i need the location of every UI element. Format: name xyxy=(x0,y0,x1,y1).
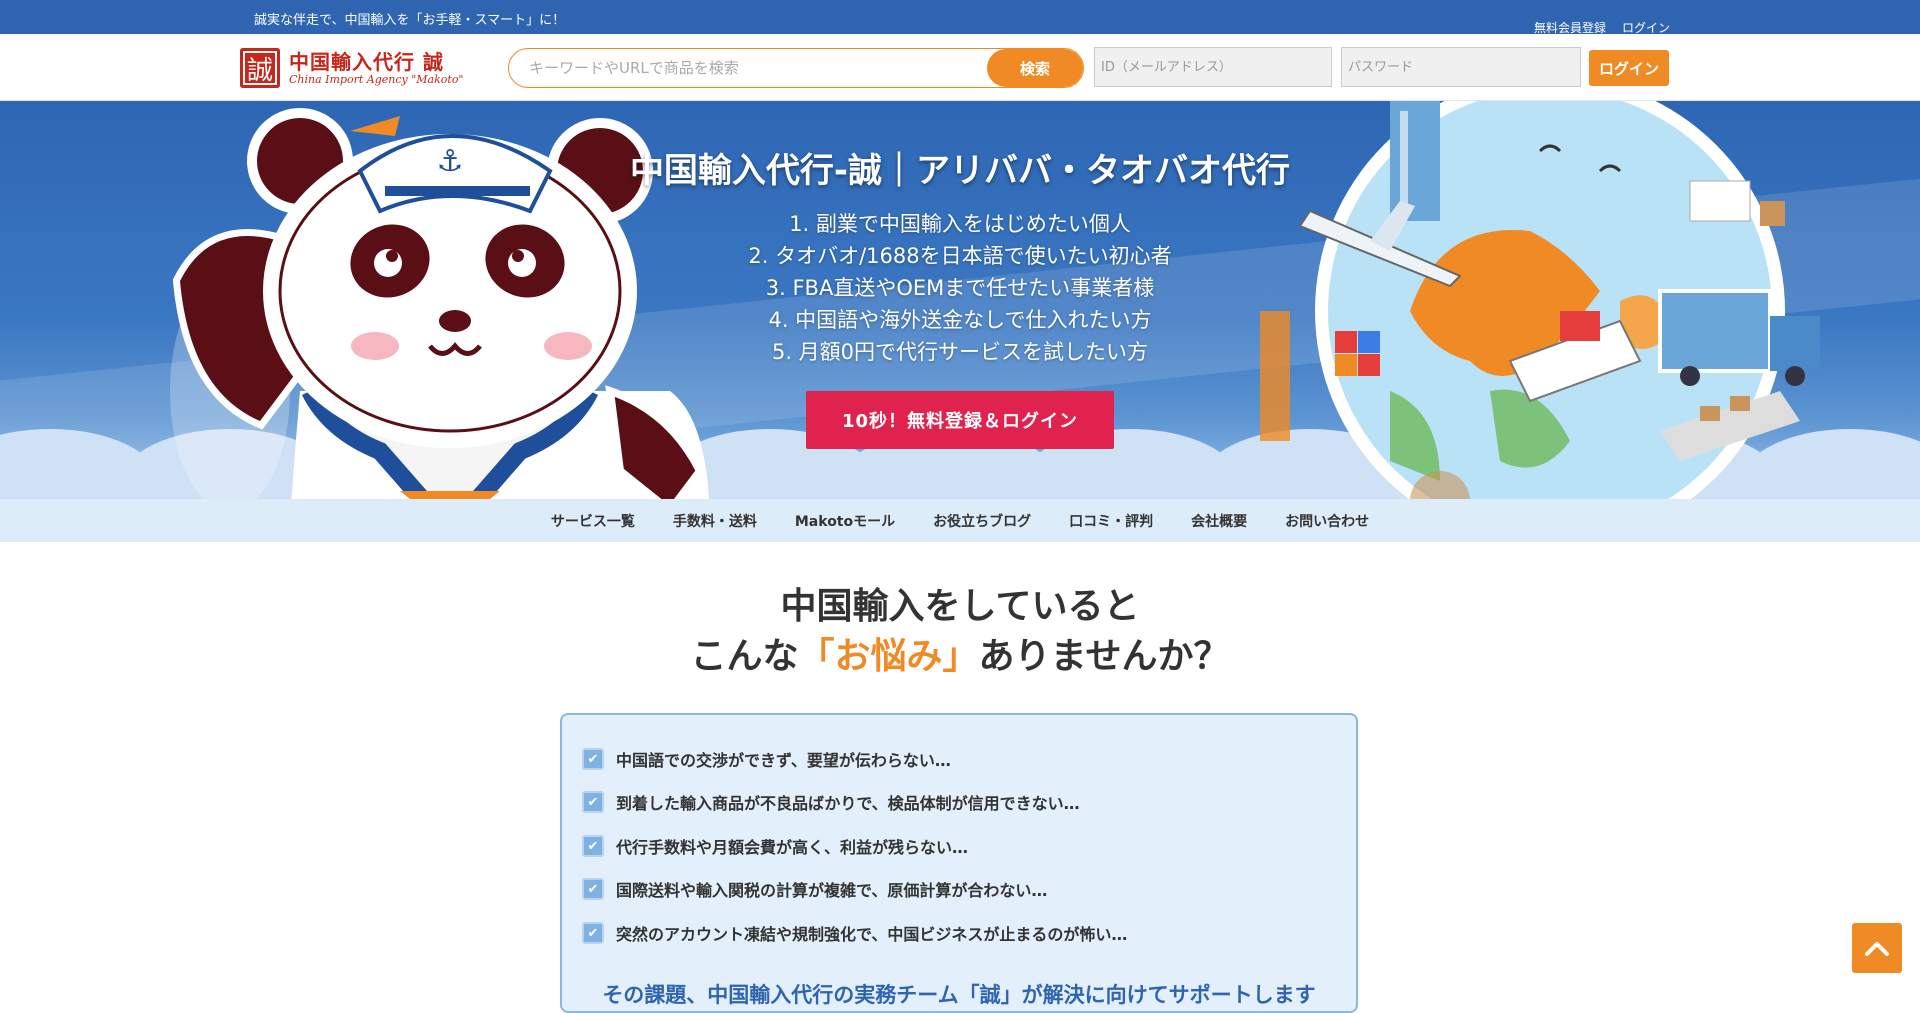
list-item: ✔ 到着した輸入商品が不良品ばかりで、検品体制が信用できない… xyxy=(582,790,1080,814)
problem-text: 突然のアカウント凍結や規制強化で、中国ビジネスが止まるのが怖い… xyxy=(616,925,1128,944)
nav-item-makoto-mall[interactable]: Makotoモール xyxy=(795,511,895,531)
search-input[interactable] xyxy=(509,49,987,87)
id-field[interactable] xyxy=(1094,47,1332,87)
check-icon: ✔ xyxy=(582,878,604,900)
free-register-cta-button[interactable]: 10秒！無料登録＆ログイン xyxy=(806,391,1114,449)
concern-text: こんな xyxy=(690,636,799,677)
list-item: ✔ 突然のアカウント凍結や規制強化で、中国ビジネスが止まるのが怖い… xyxy=(582,921,1127,945)
list-item: ✔ 中国語での交渉ができず、要望が伝わらない… xyxy=(582,747,951,771)
main-nav: サービス一覧 手数料・送料 Makotoモール お役立ちブログ 口コミ・評判 会… xyxy=(0,499,1920,542)
hero-banner: ⚓ 中国輸入代行-誠｜アリババ・タオバオ代行 1. 副業で中国輸入をはじめたい個… xyxy=(0,101,1920,499)
concern-highlight: 「お悩み」 xyxy=(798,636,979,677)
back-to-top-button[interactable] xyxy=(1852,923,1902,973)
nav-item-services[interactable]: サービス一覧 xyxy=(551,511,635,531)
hero-title: 中国輸入代行-誠｜アリババ・タオバオ代行 xyxy=(629,151,1291,191)
logo[interactable]: 誠 中国輸入代行 誠 China Import Agency "Makoto" xyxy=(240,48,464,88)
top-bar: 誠実な伴走で、中国輸入を「お手軽・スマート」に！ 無料会員登録 ログイン xyxy=(0,0,1920,35)
concern-heading: 中国輸入をしていると こんな「お悩み」ありませんか？ xyxy=(0,582,1920,682)
hero-target-list: 1. 副業で中国輸入をはじめたい個人 2. タオバオ/1688を日本語で使いたい… xyxy=(0,208,1920,368)
header: 誠 中国輸入代行 誠 China Import Agency "Makoto" … xyxy=(0,34,1920,101)
problems-footer: その課題、中国輸入代行の実務チーム「誠」が解決に向けてサポートします xyxy=(602,983,1316,1007)
concern-line-2: こんな「お悩み」ありませんか？ xyxy=(0,632,1920,682)
hero-list-item: 5. 月額0円で代行サービスを試したい方 xyxy=(771,340,1149,364)
check-icon: ✔ xyxy=(582,835,604,857)
problems-box: ✔ 中国語での交渉ができず、要望が伝わらない… ✔ 到着した輸入商品が不良品ばか… xyxy=(560,713,1358,1013)
hero-list-item: 4. 中国語や海外送金なしで仕入れたい方 xyxy=(768,308,1152,332)
check-icon: ✔ xyxy=(582,748,604,770)
problem-text: 国際送料や輸入関税の計算が複雑で、原価計算が合わない… xyxy=(616,881,1048,900)
hero-list-item: 2. タオバオ/1688を日本語で使いたい初心者 xyxy=(748,244,1172,268)
concern-text: ありませんか？ xyxy=(978,636,1230,677)
password-field[interactable] xyxy=(1341,47,1581,87)
check-icon: ✔ xyxy=(582,791,604,813)
logo-name: 中国輸入代行 誠 xyxy=(289,49,444,74)
problem-text: 到着した輸入商品が不良品ばかりで、検品体制が信用できない… xyxy=(616,794,1080,813)
hero-list-item: 3. FBA直送やOEMまで任せたい事業者様 xyxy=(765,276,1155,300)
tagline: 誠実な伴走で、中国輸入を「お手軽・スマート」に！ xyxy=(254,13,566,28)
hero-list-item: 1. 副業で中国輸入をはじめたい個人 xyxy=(789,212,1131,236)
search-bar: 検索 xyxy=(508,48,1084,88)
concern-line-1: 中国輸入をしていると xyxy=(780,586,1140,627)
nav-item-blog[interactable]: お役立ちブログ xyxy=(933,511,1031,531)
logo-seal-icon: 誠 xyxy=(240,48,280,88)
list-item: ✔ 代行手数料や月額会費が高く、利益が残らない… xyxy=(582,834,968,858)
login-button[interactable]: ログイン xyxy=(1589,50,1669,86)
problem-text: 中国語での交渉ができず、要望が伝わらない… xyxy=(616,751,951,770)
problem-text: 代行手数料や月額会費が高く、利益が残らない… xyxy=(616,838,969,857)
nav-item-contact[interactable]: お問い合わせ xyxy=(1285,511,1369,531)
search-button[interactable]: 検索 xyxy=(987,49,1083,87)
chevron-up-icon xyxy=(1865,942,1889,956)
nav-item-company[interactable]: 会社概要 xyxy=(1191,511,1247,531)
nav-item-reviews[interactable]: 口コミ・評判 xyxy=(1069,511,1153,531)
list-item: ✔ 国際送料や輸入関税の計算が複雑で、原価計算が合わない… xyxy=(582,877,1047,901)
nav-item-fees[interactable]: 手数料・送料 xyxy=(673,511,757,531)
logo-subtitle: China Import Agency "Makoto" xyxy=(289,72,464,86)
check-icon: ✔ xyxy=(582,922,604,944)
